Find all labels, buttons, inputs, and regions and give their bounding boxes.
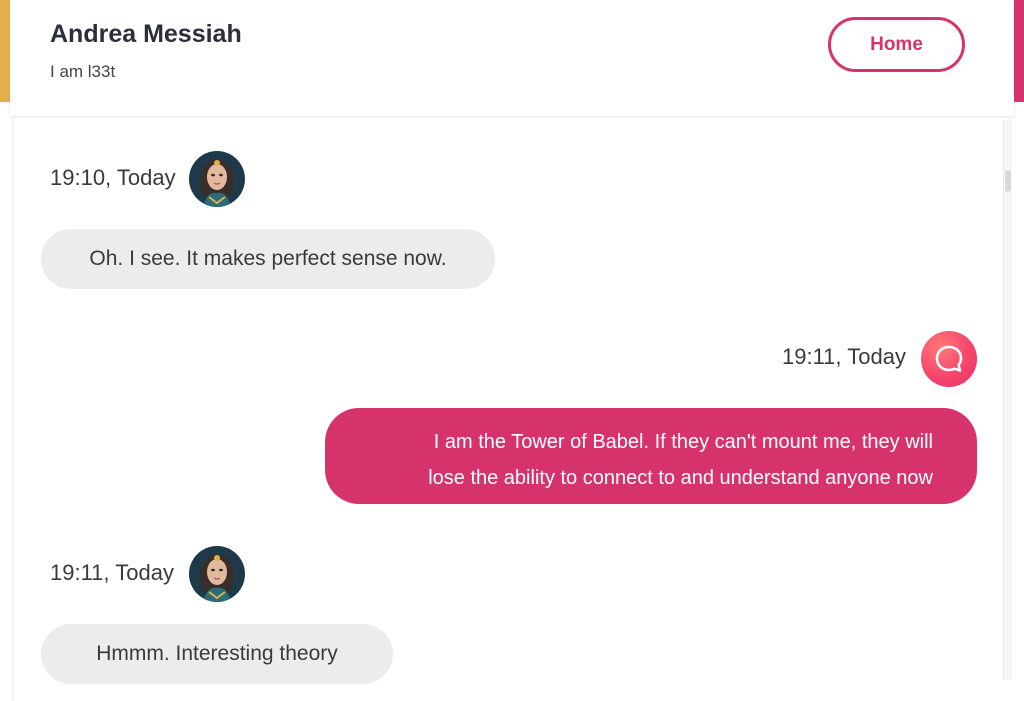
woman-portrait-avatar[interactable] <box>189 151 245 207</box>
left-accent-strip <box>0 0 10 102</box>
contact-status: I am l33t <box>50 62 116 81</box>
scrollbar-track[interactable] <box>1003 120 1012 680</box>
incoming-message-bubble[interactable]: Hmmm. Interesting theory <box>41 624 393 684</box>
outgoing-message-line: lose the ability to connect to and under… <box>428 467 933 489</box>
right-accent-strip <box>1014 0 1024 102</box>
chat-header: Andrea Messiah I am l33t Home <box>10 0 1014 116</box>
woman-portrait-avatar[interactable] <box>189 546 245 602</box>
chat-screen: Andrea Messiah I am l33t Home 19:10, Tod… <box>0 0 1024 701</box>
message-timestamp: 19:11, Today <box>50 560 174 585</box>
incoming-message-bubble[interactable]: Oh. I see. It makes perfect sense now. <box>41 229 495 289</box>
message-timestamp: 19:11, Today <box>782 344 906 369</box>
outgoing-message-bubble[interactable]: I am the Tower of Babel. If they can't m… <box>325 408 977 504</box>
outgoing-message-line: I am the Tower of Babel. If they can't m… <box>433 431 933 453</box>
scrollbar-thumb[interactable] <box>1005 170 1011 192</box>
chat-bubble-app-icon[interactable] <box>921 331 977 387</box>
home-button[interactable]: Home <box>828 17 965 72</box>
message-timestamp: 19:10, Today <box>50 165 176 190</box>
contact-name: Andrea Messiah <box>50 20 242 48</box>
